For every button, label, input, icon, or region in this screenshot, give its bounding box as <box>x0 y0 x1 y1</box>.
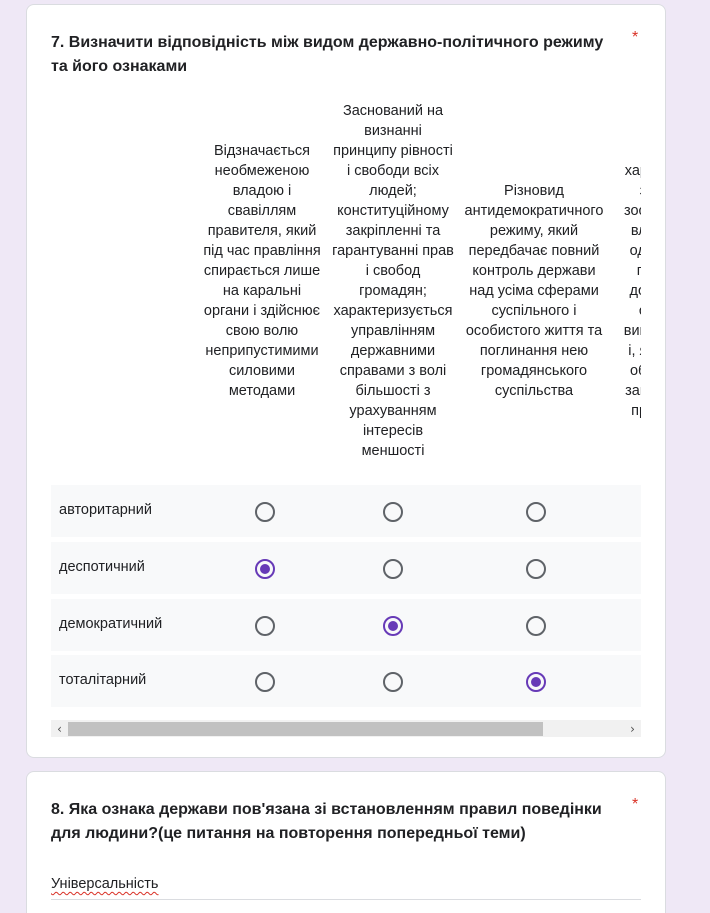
column-header-3: Різновид антидемократичного режиму, який… <box>464 183 604 399</box>
row-label: тоталітарний <box>59 672 147 688</box>
choice-grid: Відзначається необмеженою владою і сваві… <box>51 92 641 737</box>
row-label: авторитарний <box>59 502 152 518</box>
grid-row-authoritarian: авторитарний <box>51 485 641 537</box>
column-header-1: Відзначається необмеженою владою і сваві… <box>203 143 321 399</box>
question-8-title: 8. Яка ознака держави пов'язана зі встан… <box>51 801 602 842</box>
scroll-thumb[interactable] <box>68 722 543 736</box>
column-header-4-line: загаль <box>625 383 641 399</box>
row-label: демократичний <box>59 616 163 632</box>
radio-despotic-col2[interactable] <box>383 559 403 579</box>
column-header-4-line: прав <box>631 403 641 419</box>
grid-row-totalitarian: тоталітарний <box>51 655 641 707</box>
radio-authoritarian-col2[interactable] <box>383 502 403 522</box>
column-header-4-line: обме <box>629 363 641 379</box>
grid-row-despotic: деспотичний <box>51 542 641 594</box>
radio-democratic-col1[interactable] <box>255 616 275 636</box>
scroll-left-icon[interactable]: ‹ <box>51 720 68 737</box>
scroll-right-icon[interactable]: › <box>624 720 641 737</box>
column-header-4-line: одніє <box>629 243 641 259</box>
radio-democratic-col3[interactable] <box>526 616 546 636</box>
column-header-4-line: гру <box>636 263 641 279</box>
required-asterisk: * <box>632 796 639 813</box>
column-header-4-line: доміг <box>629 283 641 299</box>
column-header-4-line: викона <box>623 323 641 339</box>
answer-input[interactable]: Універсальність <box>51 876 158 893</box>
radio-despotic-col3[interactable] <box>526 559 546 579</box>
column-header-4: характ зн зосере влад одніє гру доміг ор викона і… <box>617 161 641 421</box>
column-header-2: Заснований на визнанні принципу рівності… <box>332 103 454 459</box>
column-header-4-line: влад <box>630 223 641 239</box>
radio-authoritarian-col3[interactable] <box>526 502 546 522</box>
radio-totalitarian-col3[interactable] <box>526 672 546 692</box>
question-8-card: 8. Яка ознака держави пов'язана зі встан… <box>26 771 666 913</box>
radio-totalitarian-col2[interactable] <box>383 672 403 692</box>
answer-underline <box>51 899 641 900</box>
column-header-4-line: зосере <box>624 203 641 219</box>
row-label: деспотичний <box>59 559 145 575</box>
radio-authoritarian-col1[interactable] <box>255 502 275 522</box>
answer-value: Універсальність <box>51 876 159 892</box>
question-7-card: 7. Визначити відповідність між видом дер… <box>26 4 666 758</box>
column-header-4-line: ор <box>617 301 641 321</box>
column-header-4-line: характ <box>624 163 641 179</box>
column-header-4-line: і, як н <box>628 343 641 359</box>
question-7-title: 7. Визначити відповідність між видом дер… <box>51 34 604 75</box>
horizontal-scrollbar[interactable]: ‹ › <box>51 720 641 737</box>
column-header-4-line: зн <box>617 181 641 201</box>
radio-totalitarian-col1[interactable] <box>255 672 275 692</box>
grid-row-democratic: демократичний <box>51 599 641 651</box>
radio-democratic-col2[interactable] <box>383 616 403 636</box>
radio-despotic-col1[interactable] <box>255 559 275 579</box>
required-asterisk: * <box>632 29 639 46</box>
